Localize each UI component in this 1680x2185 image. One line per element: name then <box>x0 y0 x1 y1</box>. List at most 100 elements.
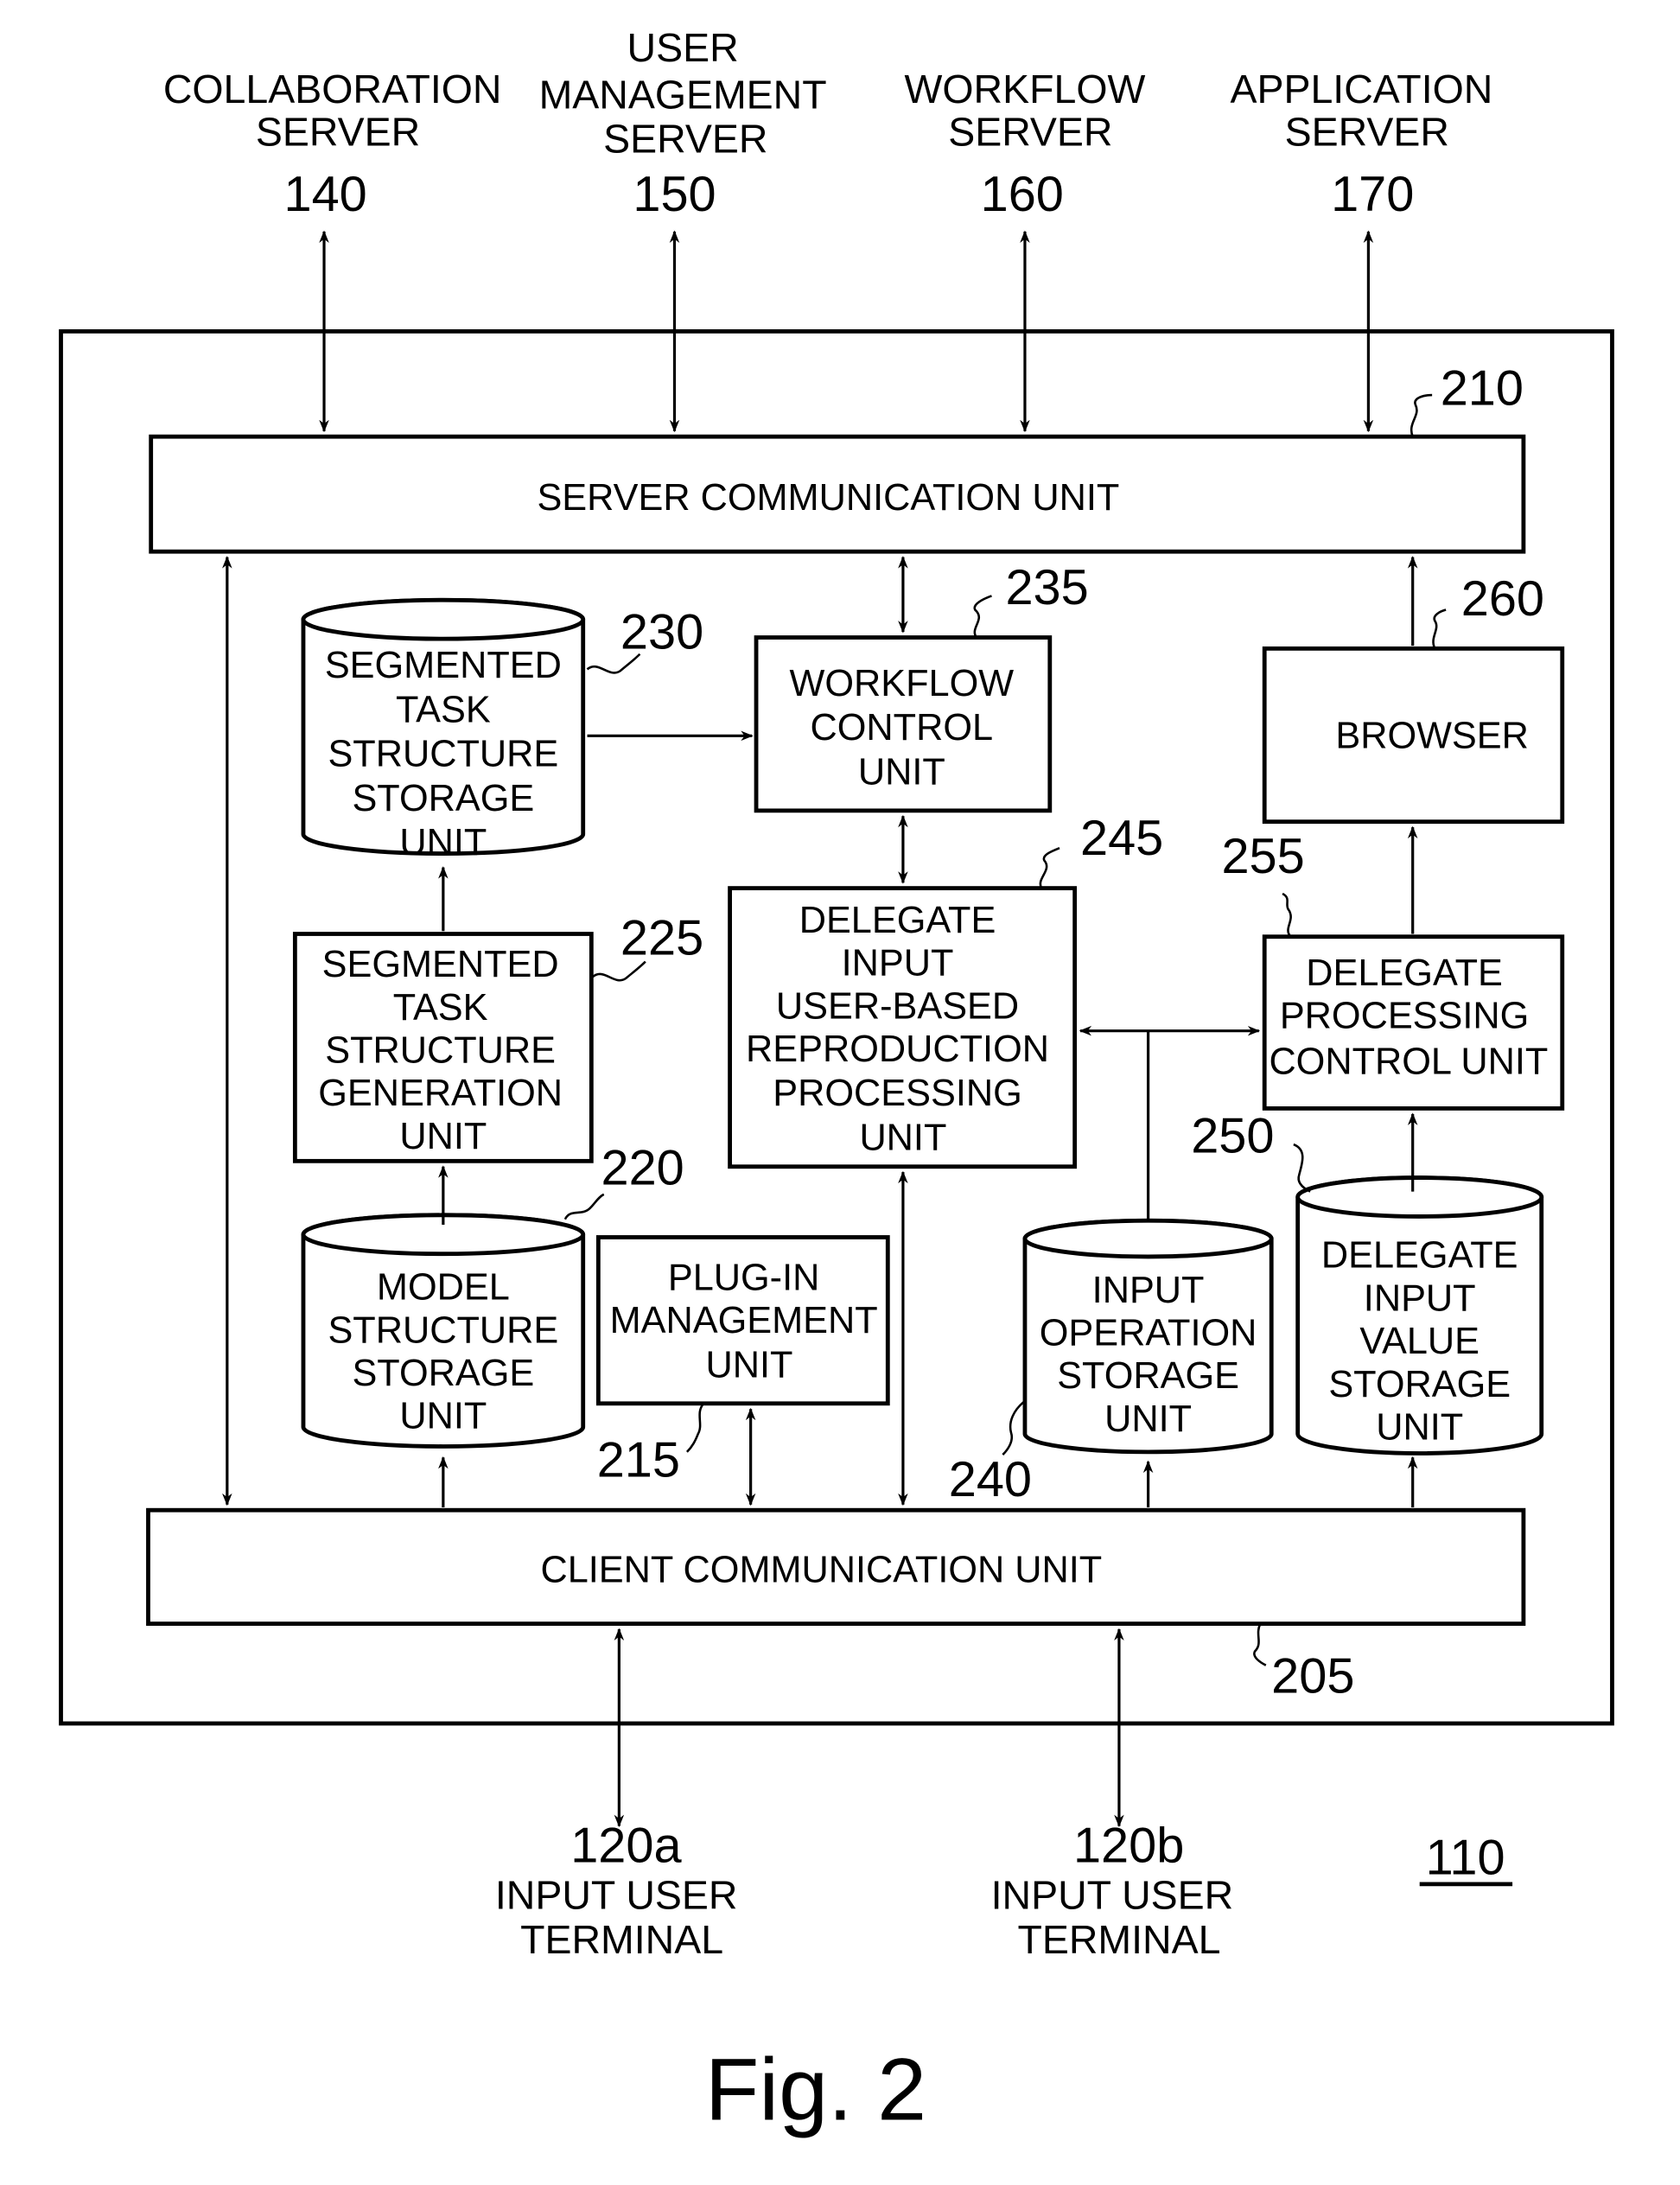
svg-text:120b: 120b <box>1073 1818 1184 1873</box>
block-diagram: COLLABORATION SERVER 140 USER MANAGEMENT… <box>59 25 1614 2138</box>
svg-text:UNIT: UNIT <box>859 1118 946 1159</box>
svg-text:INPUT: INPUT <box>842 943 954 984</box>
workflow-control-unit: WORKFLOW CONTROL UNIT <box>754 635 1053 813</box>
cylinder-label-line: STRUCTURE <box>328 734 558 775</box>
cylinder-label-line: TASK <box>396 689 491 730</box>
svg-text:APPLICATION: APPLICATION <box>1230 67 1492 111</box>
leader-260 <box>1432 608 1447 649</box>
ref-210: 210 <box>1441 360 1524 416</box>
model-structure-storage-unit: MODELSTRUCTURESTORAGEUNIT <box>301 1213 586 1449</box>
browser-unit: BROWSER <box>1262 646 1565 825</box>
cylinder-label-line: STORAGE <box>352 778 534 819</box>
ref-160: 160 <box>981 167 1064 222</box>
svg-text:SERVER: SERVER <box>948 110 1112 155</box>
svg-text:PROCESSING: PROCESSING <box>1280 995 1530 1036</box>
svg-text:UNIT: UNIT <box>858 751 945 793</box>
cylinder-label-line: INPUT <box>1364 1277 1476 1319</box>
ref-205: 205 <box>1271 1649 1354 1704</box>
svg-text:INPUT USER: INPUT USER <box>991 1873 1234 1918</box>
cylinder-label-line: VALUE <box>1359 1321 1480 1362</box>
input-operation-storage-unit: INPUTOPERATIONSTORAGEUNIT <box>1022 1218 1274 1455</box>
svg-text:COLLABORATION: COLLABORATION <box>163 67 502 111</box>
svg-text:MANAGEMENT: MANAGEMENT <box>610 1300 878 1341</box>
svg-text:SERVER COMMUNICATION UNIT: SERVER COMMUNICATION UNIT <box>537 477 1119 519</box>
ref-255: 255 <box>1221 829 1304 884</box>
svg-text:UNIT: UNIT <box>399 1116 487 1157</box>
svg-text:SERVER: SERVER <box>1285 110 1449 155</box>
svg-text:WORKFLOW: WORKFLOW <box>790 663 1015 704</box>
external-server-collaboration: COLLABORATION SERVER 140 <box>163 67 502 222</box>
cylinder-label-line: OPERATION <box>1040 1312 1257 1354</box>
svg-text:SERVER: SERVER <box>603 117 767 162</box>
ref-150: 150 <box>633 167 716 222</box>
svg-text:CLIENT COMMUNICATION UNIT: CLIENT COMMUNICATION UNIT <box>540 1550 1102 1591</box>
svg-text:TASK: TASK <box>393 987 488 1029</box>
cylinder-label-line: UNIT <box>1376 1406 1463 1448</box>
ref-170: 170 <box>1331 167 1414 222</box>
leader-240 <box>1002 1401 1025 1456</box>
cylinder-label-line: STORAGE <box>352 1353 534 1394</box>
svg-text:BROWSER: BROWSER <box>1335 716 1529 757</box>
svg-text:INPUT USER: INPUT USER <box>495 1873 738 1918</box>
ref-230: 230 <box>620 604 703 659</box>
delegate-input-value-storage-unit: DELEGATEINPUTVALUESTORAGEUNIT <box>1295 1175 1544 1456</box>
svg-text:USER: USER <box>627 25 739 70</box>
svg-text:120a: 120a <box>570 1818 682 1873</box>
server-communication-unit: SERVER COMMUNICATION UNIT <box>149 434 1526 554</box>
svg-text:DELEGATE: DELEGATE <box>1306 952 1503 994</box>
external-server-application: APPLICATION SERVER 170 <box>1230 67 1492 222</box>
ref-260: 260 <box>1461 571 1544 627</box>
cylinder-label-line: UNIT <box>399 822 487 863</box>
cylinder-top <box>1022 1218 1274 1259</box>
cylinder-label-line: UNIT <box>1104 1398 1192 1440</box>
cylinder-label-line: SEGMENTED <box>325 645 562 686</box>
svg-text:TERMINAL: TERMINAL <box>1017 1917 1220 1962</box>
ref-240: 240 <box>949 1452 1032 1507</box>
ref-220: 220 <box>601 1141 684 1196</box>
svg-text:TERMINAL: TERMINAL <box>520 1917 723 1962</box>
svg-text:WORKFLOW: WORKFLOW <box>905 67 1146 111</box>
leader-220 <box>563 1193 605 1220</box>
cylinder-label-line: DELEGATE <box>1321 1235 1518 1277</box>
ref-235: 235 <box>1005 560 1088 615</box>
external-server-workflow: WORKFLOW SERVER 160 <box>905 67 1146 222</box>
svg-text:DELEGATE: DELEGATE <box>799 900 996 941</box>
svg-text:SERVER: SERVER <box>256 110 420 155</box>
leader-205 <box>1253 1623 1267 1666</box>
svg-text:USER-BASED: USER-BASED <box>776 985 1019 1027</box>
client-communication-unit: CLIENT COMMUNICATION UNIT <box>146 1507 1526 1627</box>
segmented-task-structure-storage-unit: SEGMENTEDTASKSTRUCTURESTORAGEUNIT <box>301 597 586 863</box>
figure-caption: Fig. 2 <box>705 2039 926 2138</box>
svg-text:MANAGEMENT: MANAGEMENT <box>539 72 827 117</box>
svg-text:CONTROL UNIT: CONTROL UNIT <box>1269 1041 1548 1082</box>
cylinder-label-line: STRUCTURE <box>328 1309 558 1351</box>
cylinder-top <box>1295 1175 1544 1219</box>
input-user-terminal-120a: 120a INPUT USER TERMINAL <box>495 1818 738 1962</box>
ref-225: 225 <box>620 911 703 966</box>
plugin-management-unit: PLUG-IN MANAGEMENT UNIT <box>595 1235 890 1406</box>
svg-text:CONTROL: CONTROL <box>811 707 994 749</box>
leader-215 <box>685 1402 705 1453</box>
cylinder-label-line: STORAGE <box>1328 1364 1511 1405</box>
ref-245: 245 <box>1080 811 1163 866</box>
svg-text:GENERATION: GENERATION <box>318 1073 563 1114</box>
cylinder-label-line: MODEL <box>377 1267 510 1309</box>
leader-250 <box>1293 1143 1311 1193</box>
cylinder-label-line: INPUT <box>1092 1270 1205 1311</box>
svg-text:PROCESSING: PROCESSING <box>773 1073 1021 1114</box>
leader-245 <box>1039 846 1060 889</box>
svg-text:STRUCTURE: STRUCTURE <box>325 1030 556 1072</box>
svg-text:UNIT: UNIT <box>706 1344 793 1386</box>
delegate-processing-control-unit: DELEGATE PROCESSING CONTROL UNIT <box>1262 934 1565 1111</box>
input-user-terminal-120b: 120b INPUT USER TERMINAL <box>991 1818 1234 1962</box>
svg-text:REPRODUCTION: REPRODUCTION <box>746 1029 1049 1070</box>
delegate-input-reproduction-processing-unit: DELEGATE INPUT USER-BASED REPRODUCTION P… <box>728 886 1078 1169</box>
leader-255 <box>1282 892 1292 938</box>
external-server-user-management: USER MANAGEMENT SERVER 150 <box>539 25 827 222</box>
ref-140: 140 <box>283 167 366 222</box>
leader-210 <box>1410 393 1433 437</box>
leader-235 <box>973 595 992 639</box>
cylinder-label-line: UNIT <box>399 1396 487 1437</box>
segmented-task-structure-generation-unit: SEGMENTED TASK STRUCTURE GENERATION UNIT <box>292 932 594 1163</box>
cylinder-label-line: STORAGE <box>1057 1355 1239 1397</box>
